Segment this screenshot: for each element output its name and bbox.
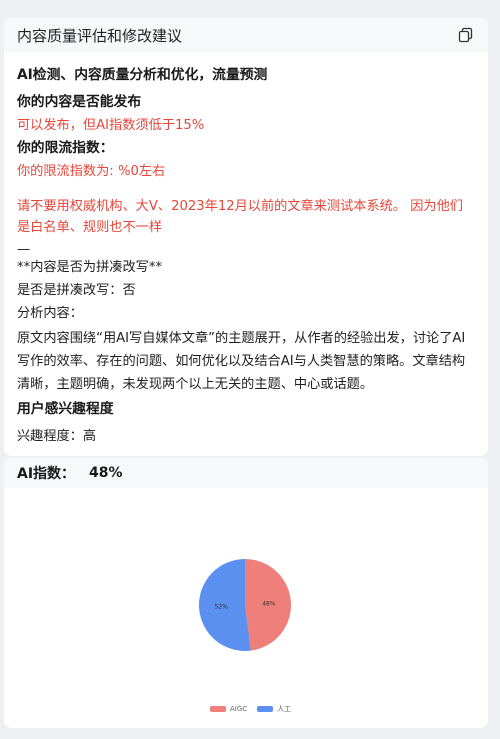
patch-title: **内容是否为拼凑改写** [17,260,163,275]
limit-answer: 你的限流指数为: %0左右 [17,164,166,179]
legend-label-aigc: AIGC [230,705,248,713]
legend-item-aigc[interactable]: AIGC [210,705,247,713]
limit-question: 你的限流指数： [17,140,114,156]
legend-label-human: 人工 [277,705,292,713]
analysis-text: 原文内容围绕“用AI写自媒体文章”的主题展开，从作者的经验出发，讨论了AI写作的… [17,331,466,392]
chart-legend: AIGC 人工 [210,704,301,714]
evaluation-card: 内容质量评估和修改建议 AI检测、内容质量分析和优化，流量预测 你的内容是否能发… [4,18,488,456]
card-title: 内容质量评估和修改建议 [17,26,183,45]
notice-text: 请不要用权威机构、大V、2023年12月以前的文章来测试本系统。 因为他们是白名… [17,199,463,235]
analysis-label: 分析内容： [17,306,83,321]
pie-chart: 48% 52% [199,559,292,651]
patch-answer: 是否是拼凑改写：否 [17,283,136,298]
ai-index-card: AI指数： 48% 48% 52% AIGC 人工 [4,458,488,728]
card-content: AI检测、内容质量分析和优化，流量预测 你的内容是否能发布 可以发布，但AI指数… [4,52,488,446]
pie-chart-area: 48% 52% AIGC 人工 [4,488,488,728]
ai-index-value: 48% [89,465,123,481]
divider-dash: — [17,242,31,257]
ai-index-header: AI指数： 48% [4,458,488,488]
publish-answer: 可以发布，但AI指数须低于15% [17,118,205,133]
ai-index-label: AI指数： [17,466,76,482]
interest-answer: 兴趣程度：高 [17,429,97,444]
pie-label-aigc: 48% [262,600,276,607]
legend-item-human[interactable]: 人工 [257,704,291,714]
interest-title: 用户感兴趣程度 [17,401,114,417]
copy-icon[interactable] [458,27,474,43]
legend-swatch-aigc [210,706,226,712]
card-header: 内容质量评估和修改建议 [4,18,488,52]
publish-question: 你的内容是否能发布 [17,94,142,110]
legend-swatch-human [257,706,274,712]
pie-label-human: 52% [214,604,228,611]
section-title: AI检测、内容质量分析和优化，流量预测 [17,67,268,83]
